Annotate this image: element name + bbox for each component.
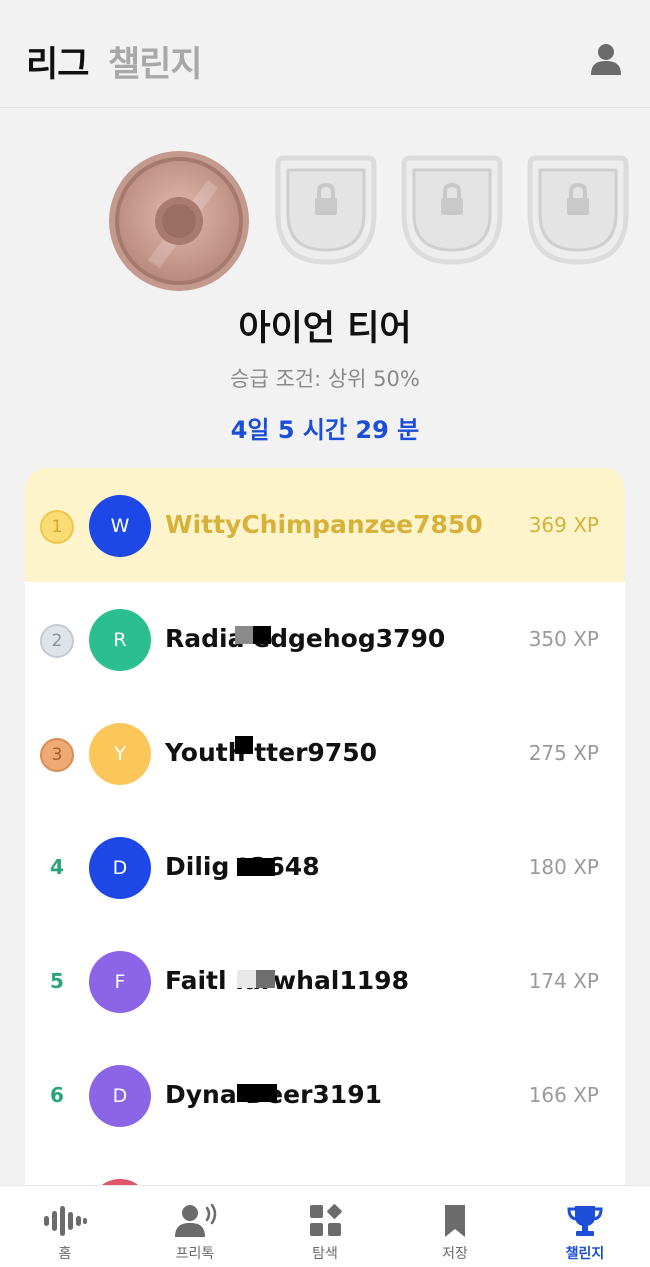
bronze-medal-rank: 3 <box>40 738 74 772</box>
gold-medal-rank: 1 <box>40 510 74 544</box>
leaderboard-row[interactable]: 6 D Dyna Deer3191 166 XP <box>25 1038 625 1152</box>
avatar: D <box>89 837 151 899</box>
redaction-mark <box>237 1084 277 1102</box>
avatar: R <box>89 609 151 671</box>
leaderboard-row[interactable]: 3 Y Youth tter9750 275 XP <box>25 696 625 810</box>
nav-label: 챌린지 <box>565 1246 605 1262</box>
nav-explore[interactable]: 탐색 <box>260 1186 390 1267</box>
bottom-nav: 홈 프리톡 탐색 저장 챌린지 <box>0 1185 650 1267</box>
rank-number: 6 <box>50 1083 64 1107</box>
iron-tier-badge-icon <box>109 151 249 291</box>
top-header: 리그 챌린지 <box>0 0 650 108</box>
avatar: F <box>89 951 151 1013</box>
nav-label: 저장 <box>442 1246 468 1262</box>
xp-value: 180 XP <box>528 855 599 879</box>
leaderboard: 1 W WittyChimpanzee7850 369 XP 2 R Radia… <box>25 468 625 1198</box>
avatar: D <box>89 1065 151 1127</box>
username: WittyChimpanzee7850 <box>165 510 483 539</box>
nav-label: 홈 <box>58 1246 72 1262</box>
xp-value: 275 XP <box>528 741 599 765</box>
user-icon[interactable] <box>589 42 623 76</box>
username: Faitl larwhal1198 <box>165 966 409 995</box>
leaderboard-row[interactable]: 5 F Faitl larwhal1198 174 XP <box>25 924 625 1038</box>
time-remaining: 4일 5 시간 29 분 <box>230 416 420 444</box>
avatar: Y <box>89 723 151 785</box>
leaderboard-row[interactable]: 4 D Dilig t2648 180 XP <box>25 810 625 924</box>
username: Radia edgehog3790 <box>165 624 446 653</box>
nav-challenge[interactable]: 챌린지 <box>520 1186 650 1267</box>
rank-number: 4 <box>50 855 64 879</box>
redaction-mark <box>237 970 275 988</box>
xp-value: 174 XP <box>528 969 599 993</box>
leaderboard-row[interactable]: 1 W WittyChimpanzee7850 369 XP <box>25 468 625 582</box>
tab-league[interactable]: 리그 <box>26 36 89 87</box>
voice-wave-icon <box>44 1206 87 1236</box>
leaderboard-row[interactable]: 2 R Radia edgehog3790 350 XP <box>25 582 625 696</box>
xp-value: 350 XP <box>528 627 599 651</box>
speaking-person-icon <box>175 1204 217 1237</box>
promotion-condition: 승급 조건: 상위 50% <box>230 367 420 391</box>
tab-challenge[interactable]: 챌린지 <box>108 36 203 87</box>
nav-label: 프리톡 <box>175 1246 215 1262</box>
locked-tier-badge-icon <box>401 155 503 265</box>
trophy-icon <box>567 1206 603 1236</box>
nav-label: 탐색 <box>312 1246 338 1262</box>
tier-title: 아이언 티어 <box>238 309 412 349</box>
tier-badges <box>0 140 650 291</box>
nav-saved[interactable]: 저장 <box>390 1186 520 1267</box>
rank-number: 5 <box>50 969 64 993</box>
avatar: W <box>89 495 151 557</box>
bookmark-icon <box>445 1205 465 1237</box>
xp-value: 369 XP <box>528 513 599 537</box>
redaction-mark <box>235 626 271 644</box>
username: Youth tter9750 <box>165 738 377 767</box>
xp-value: 166 XP <box>528 1083 599 1107</box>
redaction-mark <box>237 858 275 876</box>
locked-tier-badge-icon <box>275 155 377 265</box>
grid-explore-icon <box>310 1204 342 1236</box>
nav-home[interactable]: 홈 <box>0 1186 130 1267</box>
redaction-mark <box>235 736 253 754</box>
silver-medal-rank: 2 <box>40 624 74 658</box>
nav-freetalk[interactable]: 프리톡 <box>130 1186 260 1267</box>
locked-tier-badge-icon <box>527 155 629 265</box>
